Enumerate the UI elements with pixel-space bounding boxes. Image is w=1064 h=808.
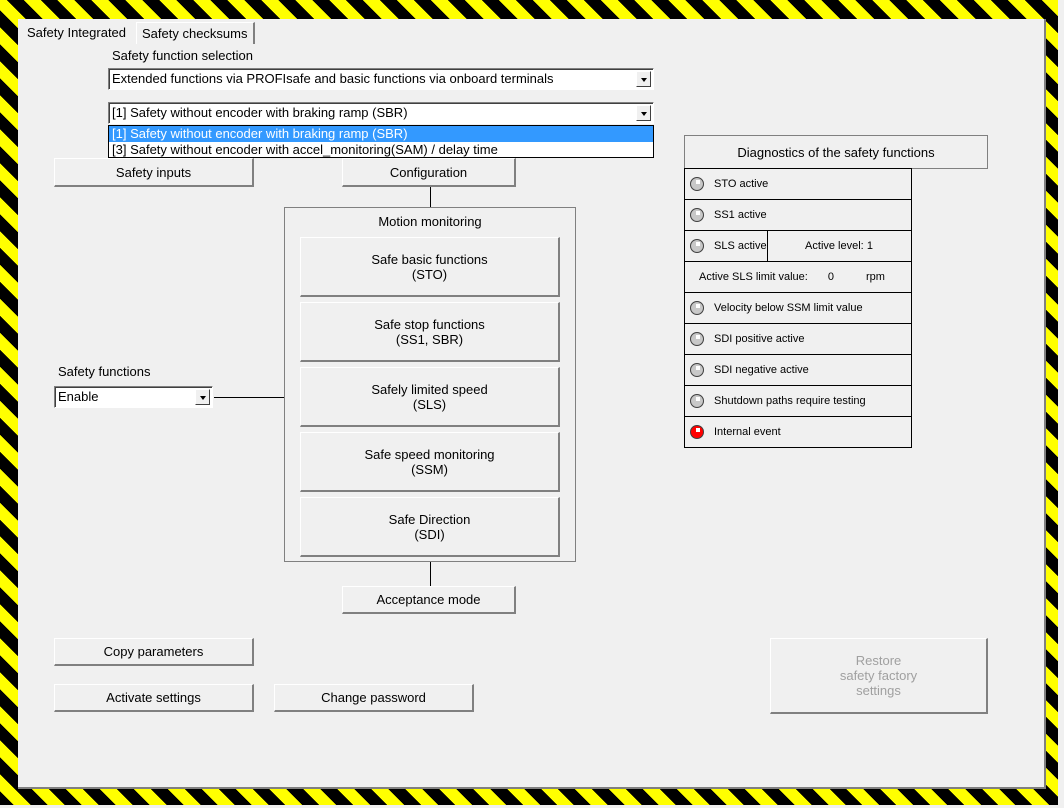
variant-select[interactable]: [1] Safety without encoder with braking … [108, 102, 654, 124]
sls-limit-unit: rpm [865, 271, 885, 283]
button-line: safety factory [839, 668, 918, 683]
active-level: Active level: 1 [767, 240, 911, 252]
diag-row-sls-limit: Active SLS limit value: 0 rpm [685, 261, 911, 292]
button-line: Restore [855, 653, 902, 668]
chevron-down-icon[interactable] [636, 71, 651, 87]
status-led-icon [690, 394, 704, 408]
chevron-down-icon[interactable] [636, 105, 651, 121]
sls-limit-label: Active SLS limit value: [699, 271, 808, 283]
connector-line [214, 397, 284, 398]
button-line: settings [856, 683, 901, 698]
status-led-icon [690, 177, 704, 191]
diag-label: SDI positive active [714, 333, 805, 345]
safety-functions-select[interactable]: Enable [54, 386, 213, 408]
button-line: (SDI) [414, 526, 445, 542]
safety-inputs-button[interactable]: Safety inputs [54, 158, 254, 187]
chevron-down-icon[interactable] [195, 389, 210, 405]
configuration-button[interactable]: Configuration [342, 158, 516, 187]
safety-functions-value: Enable [58, 389, 99, 404]
button-line: Safe stop functions [374, 316, 485, 332]
restore-factory-settings-button: Restore safety factory settings [770, 638, 988, 714]
active-level-value: 1 [866, 240, 873, 252]
status-led-icon [690, 239, 704, 253]
button-line: (SS1, SBR) [395, 331, 464, 347]
safely-limited-speed-button[interactable]: Safely limited speed (SLS) [300, 367, 560, 427]
variant-dropdown-list: [1] Safety without encoder with braking … [108, 125, 654, 158]
button-line: Safe basic functions [371, 251, 488, 267]
sls-limit-value: 0 [827, 271, 834, 283]
motion-monitoring-title: Motion monitoring [378, 214, 482, 229]
button-line: (SSM) [411, 461, 448, 477]
acceptance-mode-button[interactable]: Acceptance mode [342, 586, 516, 614]
safety-function-selection-label: Safety function selection [112, 48, 253, 63]
status-led-icon [690, 425, 704, 439]
safe-stop-functions-button[interactable]: Safe stop functions (SS1, SBR) [300, 302, 560, 362]
diag-row-internal-event: Internal event [685, 416, 911, 447]
activate-settings-button[interactable]: Activate settings [54, 684, 254, 712]
status-led-icon [690, 301, 704, 315]
safe-direction-button[interactable]: Safe Direction (SDI) [300, 497, 560, 557]
active-level-label: Active level: [805, 240, 864, 252]
diag-label: SS1 active [714, 209, 767, 221]
safe-basic-functions-button[interactable]: Safe basic functions (STO) [300, 237, 560, 297]
border-edge [1058, 0, 1064, 808]
diag-label: Internal event [714, 426, 781, 438]
button-line: (STO) [411, 266, 448, 282]
button-line: Safe speed monitoring [364, 446, 495, 462]
button-line: (SLS) [412, 396, 447, 412]
dropdown-option[interactable]: [1] Safety without encoder with braking … [109, 126, 653, 142]
tab-safety-integrated[interactable]: Safety Integrated [22, 22, 132, 46]
diag-label: Velocity below SSM limit value [714, 302, 863, 314]
connector-line [430, 562, 431, 586]
safe-speed-monitoring-button[interactable]: Safe speed monitoring (SSM) [300, 432, 560, 492]
diag-row-ss1: SS1 active [685, 199, 911, 230]
button-line: Safely limited speed [371, 381, 488, 397]
status-led-icon [690, 208, 704, 222]
diag-label: STO active [714, 178, 769, 190]
status-led-icon [690, 363, 704, 377]
diag-label: Shutdown paths require testing [714, 395, 866, 407]
copy-parameters-button[interactable]: Copy parameters [54, 638, 254, 666]
mode-select-value: Extended functions via PROFIsafe and bas… [112, 71, 554, 86]
dropdown-option[interactable]: [3] Safety without encoder with accel_mo… [109, 142, 653, 158]
diag-row-ssm: Velocity below SSM limit value [685, 292, 911, 323]
diag-row-shutdown: Shutdown paths require testing [685, 385, 911, 416]
diag-label: SLS active [714, 240, 767, 252]
variant-select-value: [1] Safety without encoder with braking … [112, 105, 408, 120]
tab-safety-checksums[interactable]: Safety checksums [136, 22, 255, 44]
status-led-icon [690, 332, 704, 346]
diagnostics-title: Diagnostics of the safety functions [684, 135, 988, 169]
diag-row-sdi-pos: SDI positive active [685, 323, 911, 354]
diagnostics-table: STO active SS1 active SLS active Active … [684, 168, 912, 448]
safety-functions-label: Safety functions [58, 364, 151, 379]
diag-row-sdi-neg: SDI negative active [685, 354, 911, 385]
mode-select[interactable]: Extended functions via PROFIsafe and bas… [108, 68, 654, 90]
connector-line [430, 187, 431, 207]
diag-row-sls: SLS active Active level: 1 [685, 230, 911, 261]
change-password-button[interactable]: Change password [274, 684, 474, 712]
diag-label: SDI negative active [714, 364, 809, 376]
button-line: Safe Direction [388, 511, 471, 527]
diagnostics-title-text: Diagnostics of the safety functions [737, 144, 935, 160]
diag-row-sto: STO active [685, 168, 911, 199]
